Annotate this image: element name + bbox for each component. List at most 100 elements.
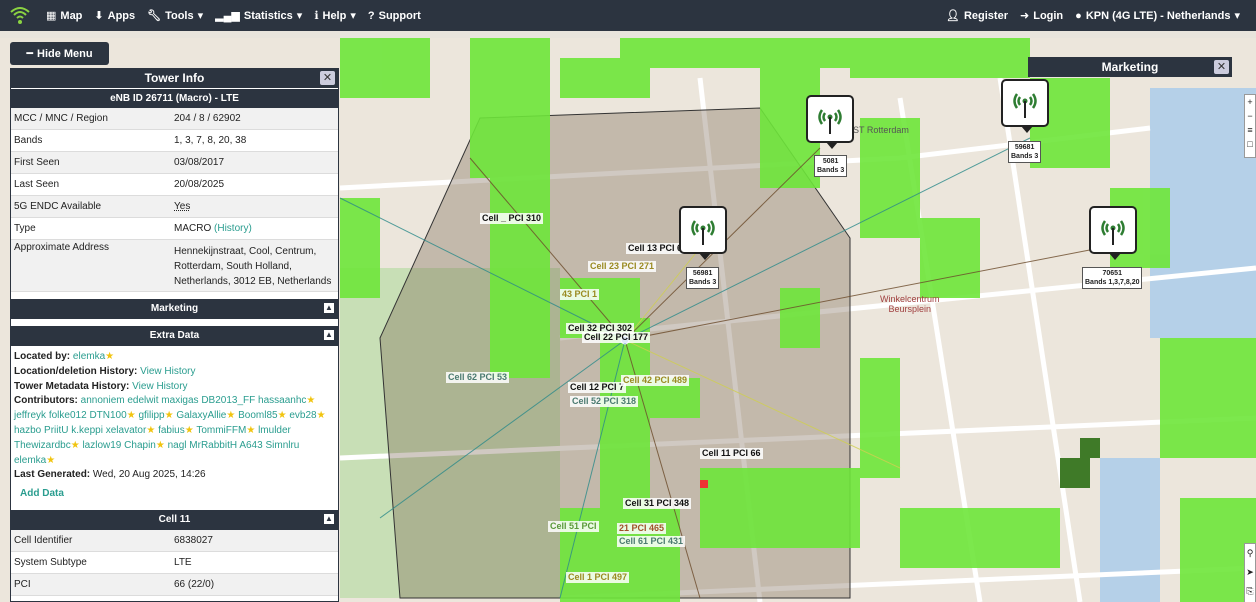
layers-icon[interactable]: ≡ bbox=[1245, 123, 1255, 137]
close-icon[interactable]: ✕ bbox=[1214, 60, 1229, 74]
located-by-line: Located by: elemka★ bbox=[14, 350, 335, 365]
contributor-link[interactable]: folke012 bbox=[49, 410, 87, 421]
contributor-link[interactable]: evb28 bbox=[289, 410, 316, 421]
cell-label[interactable]: 21 PCI 465 bbox=[617, 523, 667, 534]
extra-data-section-header[interactable]: Extra Data ▲ bbox=[11, 326, 338, 346]
star-icon: ★ bbox=[246, 424, 256, 436]
cell-label[interactable]: 43 PCI 1 bbox=[560, 289, 600, 300]
contributor-link[interactable]: edelwit bbox=[127, 395, 158, 406]
contributor-link[interactable]: nagl bbox=[168, 440, 187, 451]
info-value[interactable]: Yes bbox=[174, 197, 338, 216]
cell-label[interactable]: Cell 23 PCI 271 bbox=[588, 261, 657, 272]
locate-icon[interactable]: ➤ bbox=[1245, 563, 1255, 582]
contributor-link[interactable]: Simnlru bbox=[265, 440, 299, 451]
contributor-link[interactable]: gfilipp bbox=[138, 410, 164, 421]
metadata-history-line: Tower Metadata History: View History bbox=[14, 380, 335, 395]
cell-label[interactable]: Cell 31 PCI 348 bbox=[623, 498, 692, 509]
nav-help[interactable]: ℹ Help ▾ bbox=[308, 9, 362, 23]
nav-network-label: KPN (4G LTE) - Netherlands bbox=[1085, 9, 1231, 22]
zoom-out-button[interactable]: − bbox=[1245, 109, 1255, 123]
fullscreen-icon[interactable]: □ bbox=[1245, 137, 1255, 151]
nav-network-select[interactable]: ● KPN (4G LTE) - Netherlands ▾ bbox=[1069, 9, 1246, 23]
nav-register[interactable]: 👤︎ Register bbox=[940, 9, 1014, 23]
contributor-link[interactable]: MrRabbitH bbox=[189, 440, 237, 451]
contributor-link[interactable]: DB2013_FF bbox=[201, 395, 255, 406]
nav-map[interactable]: ▦ Map bbox=[40, 9, 88, 23]
chevron-down-icon: ▾ bbox=[296, 10, 303, 22]
hide-menu-label: Hide Menu bbox=[37, 47, 93, 60]
cell-label[interactable]: Cell 12 PCI 7 bbox=[568, 382, 627, 393]
contributor-link[interactable]: elemka bbox=[14, 455, 46, 466]
contributor-link[interactable]: annoniem bbox=[81, 395, 125, 406]
contributor-link[interactable]: Booml85 bbox=[238, 410, 277, 421]
zoom-in-button[interactable]: + bbox=[1245, 95, 1255, 109]
star-icon: ★ bbox=[155, 439, 165, 451]
contributor-link[interactable]: k.keppi bbox=[71, 425, 103, 436]
add-data-link[interactable]: Add Data bbox=[14, 487, 335, 502]
metadata-history-link[interactable]: View History bbox=[132, 381, 187, 392]
map-tools[interactable]: ⚲ ➤ ⎘ ∞ bbox=[1244, 543, 1256, 602]
hide-menu-button[interactable]: ━ Hide Menu bbox=[10, 42, 109, 65]
nav-map-label: Map bbox=[60, 9, 83, 22]
nav-login[interactable]: ➜ Login bbox=[1014, 9, 1069, 23]
contributor-link[interactable]: PriitU bbox=[44, 425, 68, 436]
nav-login-label: Login bbox=[1033, 9, 1064, 22]
marker-id: 56981 bbox=[692, 270, 713, 277]
cell-label[interactable]: Cell 11 PCI 66 bbox=[700, 448, 763, 459]
site-logo[interactable] bbox=[0, 0, 40, 31]
cell-label[interactable]: Cell 42 PCI 489 bbox=[621, 375, 690, 386]
tower-marker[interactable] bbox=[1089, 206, 1137, 260]
zoom-control[interactable]: + − ≡ □ bbox=[1244, 94, 1256, 158]
cell-key: Cell Identifier bbox=[14, 534, 73, 546]
cell-label[interactable]: Cell 52 PCI 318 bbox=[570, 396, 639, 407]
contributor-link[interactable]: TommiFFM bbox=[196, 425, 246, 436]
location-history-label: Location/deletion History: bbox=[14, 365, 138, 377]
marker-bands: Bands 3 bbox=[1011, 153, 1039, 160]
contributor-link[interactable]: fabius bbox=[158, 425, 185, 436]
tower-marker[interactable] bbox=[1001, 79, 1049, 133]
marker-label: 56981 Bands 3 bbox=[686, 267, 720, 289]
nav-apps[interactable]: ⬇ Apps bbox=[88, 9, 141, 23]
search-icon[interactable]: ⚲ bbox=[1245, 544, 1255, 563]
contributor-link[interactable]: maxigas bbox=[161, 395, 198, 406]
info-value: 1, 3, 7, 8, 20, 38 bbox=[174, 135, 247, 146]
contributor-link[interactable]: DTN100 bbox=[89, 410, 126, 421]
contributor-link[interactable]: lazlow19 bbox=[82, 440, 121, 451]
tower-marker[interactable] bbox=[679, 206, 727, 260]
contributor-link[interactable]: Chapin bbox=[124, 440, 156, 451]
cell-label[interactable]: Cell 22 PCI 177 bbox=[582, 332, 651, 343]
close-icon[interactable]: ✕ bbox=[320, 71, 335, 85]
contributor-link[interactable]: hassaanhc bbox=[258, 395, 306, 406]
cell-label[interactable]: Cell 61 PCI 431 bbox=[617, 536, 686, 547]
located-by-user[interactable]: elemka bbox=[73, 351, 105, 362]
cell-section-header[interactable]: Cell 11 ▲ bbox=[11, 509, 338, 530]
nav-statistics[interactable]: ▂▄▆ Statistics ▾ bbox=[209, 9, 308, 23]
contributor-link[interactable]: xelavator bbox=[106, 425, 147, 436]
collapse-icon[interactable]: ▲ bbox=[324, 513, 334, 524]
contributor-link[interactable]: Thewizardbc bbox=[14, 440, 71, 451]
type-history-link[interactable]: (History) bbox=[214, 223, 252, 234]
tower-icon bbox=[1013, 93, 1037, 118]
info-row: Type MACRO (History) bbox=[11, 218, 338, 240]
contributor-link[interactable]: GalaxyAllie bbox=[176, 410, 226, 421]
contributor-link[interactable]: hazbo bbox=[14, 425, 41, 436]
contributor-link[interactable]: A643 bbox=[239, 440, 262, 451]
share-icon[interactable]: ⎘ bbox=[1245, 582, 1255, 601]
cell-label[interactable]: Cell 62 PCI 53 bbox=[446, 372, 510, 383]
location-history-link[interactable]: View History bbox=[140, 366, 195, 377]
nav-tools[interactable]: 🔧︎ Tools ▾ bbox=[141, 9, 209, 23]
cell-label[interactable]: Cell 1 PCI 497 bbox=[566, 572, 630, 583]
collapse-icon[interactable]: ▲ bbox=[324, 330, 334, 340]
cell-label[interactable]: Cell 51 PCI bbox=[548, 521, 599, 532]
cell-label[interactable]: Cell _ PCI 310 bbox=[480, 213, 544, 224]
star-icon: ★ bbox=[164, 410, 174, 422]
tower-marker[interactable] bbox=[806, 95, 854, 149]
info-key: Last Seen bbox=[14, 179, 60, 190]
contributor-link[interactable]: jeffreyk bbox=[14, 410, 46, 421]
nav-support[interactable]: ? Support bbox=[362, 10, 427, 22]
cell-label[interactable]: Cell 13 PCI 6 bbox=[626, 243, 685, 254]
cell-section-label: Cell 11 bbox=[158, 513, 191, 525]
contributor-link[interactable]: lmulder bbox=[258, 425, 291, 436]
marketing-section-header[interactable]: Marketing ▲ bbox=[11, 299, 338, 319]
collapse-icon[interactable]: ▲ bbox=[324, 303, 334, 313]
